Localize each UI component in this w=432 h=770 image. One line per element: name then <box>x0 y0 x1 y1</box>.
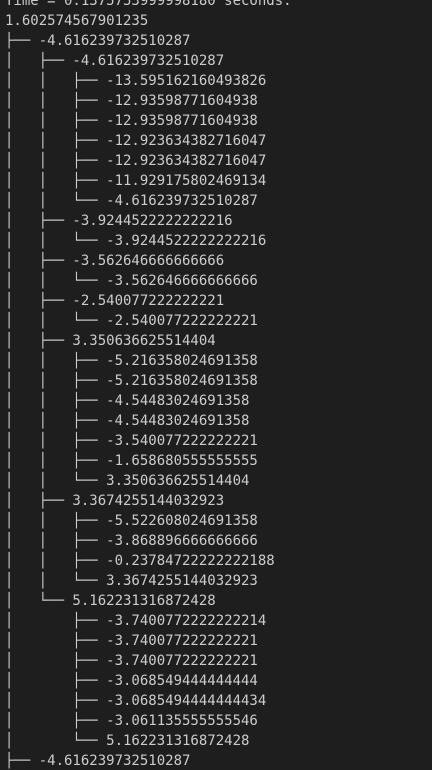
tree-line: │ ├── -3.740077222222221 <box>5 633 258 649</box>
tree-line: │ │ └── 3.3674255144032923 <box>5 573 258 589</box>
tree-line: │ └── 5.162231316872428 <box>5 593 216 609</box>
tree-line: │ ├── -3.068549444444444 <box>5 673 258 689</box>
tree-line: │ │ ├── -4.5448302469135​8 <box>5 393 250 409</box>
tree-line: │ ├── -3.562646666666666 <box>5 253 225 269</box>
tree-line: │ ├── 3.3674255144032923 <box>5 493 225 509</box>
tree-line: │ │ ├── -12.923634382716047 <box>5 133 267 149</box>
tree-line: │ │ ├── -1.658680555555555 <box>5 453 258 469</box>
tree-line: │ ├── -3.0685494444444434 <box>5 693 267 709</box>
tree-line: │ │ ├── -3.868896666666666 <box>5 533 258 549</box>
timing-line: Time = 0.1375753999998180 seconds. <box>5 0 292 9</box>
tree-line: 1.602574567901235 <box>5 13 149 29</box>
tree-line: │ │ ├── -12.923634382716047 <box>5 153 267 169</box>
tree-line: │ │ └── 3.350636625514404 <box>5 473 250 489</box>
tree-line: │ ├── -3.9244522222222216 <box>5 213 233 229</box>
tree-line: │ │ ├── -12.93598771604938 <box>5 113 258 129</box>
terminal-output: Time = 0.1375753999998180 seconds. 1.6025… <box>0 0 432 770</box>
tree-line: │ │ └── -2.540077222222221 <box>5 313 258 329</box>
tree-line: │ ├── 3.350636625514404 <box>5 333 216 349</box>
tree-line: ├── -4.616239732510287 <box>5 33 191 49</box>
tree-line: │ ├── -3.7400772222222214 <box>5 613 267 629</box>
tree-line: │ │ └── -3.9244522222222216 <box>5 233 267 249</box>
tree-line: │ │ ├── -3.540077222222221 <box>5 433 258 449</box>
tree-line: │ │ ├── -5.216358024691358 <box>5 353 258 369</box>
tree-line: │ │ ├── -0.23784722222222188 <box>5 553 275 569</box>
tree-line: │ │ ├── -13.595162160493826 <box>5 73 267 89</box>
tree-line: │ │ ├── -5.216358024691358 <box>5 373 258 389</box>
tree-line: │ └── 5.162231316872428 <box>5 733 250 749</box>
tree-line: │ │ ├── -11.929175802469134 <box>5 173 267 189</box>
tree-line: │ │ ├── -12.93598771604938 <box>5 93 258 109</box>
tree-line: │ ├── -4.616239732510287 <box>5 53 225 69</box>
tree-line: ├── -4.616239732510287 <box>5 753 191 769</box>
tree-line: │ │ ├── -5.522608024691358 <box>5 513 258 529</box>
tree-line: │ ├── -2.540077222222221 <box>5 293 225 309</box>
tree-line: │ │ └── -4.616239732510287 <box>5 193 258 209</box>
tree-line: │ │ ├── -4.5448302469135​8 <box>5 413 250 429</box>
tree-line: │ ├── -3.061135555555546 <box>5 713 258 729</box>
tree-line: │ ├── -3.740077222222221 <box>5 653 258 669</box>
tree-line: │ │ └── -3.562646666666666 <box>5 273 258 289</box>
